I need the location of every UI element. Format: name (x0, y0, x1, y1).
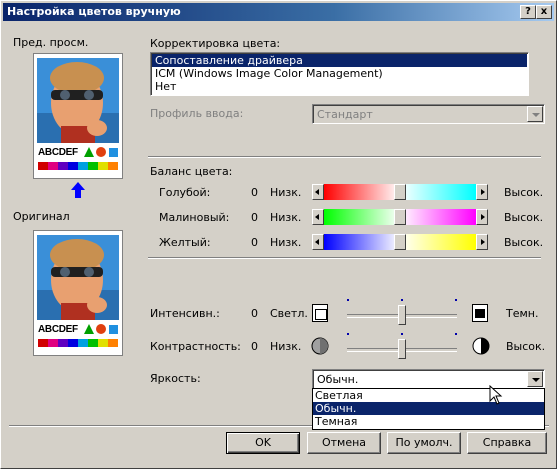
slider-thumb[interactable] (394, 209, 406, 225)
input-profile-select[interactable]: Стандарт (312, 104, 545, 124)
input-profile-label: Профиль ввода: (150, 107, 244, 120)
contrast-slider[interactable] (347, 333, 457, 363)
color-correction-label: Корректировка цвета: (150, 37, 281, 50)
color-swatch (78, 162, 88, 170)
input-profile-value: Стандарт (317, 108, 373, 121)
arrow-left-icon[interactable] (312, 184, 324, 200)
color-swatch (88, 339, 98, 347)
balance-row-high-label: Высок. (504, 186, 544, 199)
child-photo-preview (37, 58, 119, 143)
intensity-label: Интенсивн.: (150, 307, 220, 320)
color-swatch (78, 339, 88, 347)
intensity-slider[interactable] (347, 299, 457, 329)
slider-thumb[interactable] (394, 184, 406, 200)
brightness-dropdown-list[interactable]: Светлая Обычн. Темная (312, 388, 545, 430)
brightness-label: Яркость: (150, 372, 201, 385)
balance-row-label: Малиновый: (159, 211, 230, 224)
arrow-up-icon (71, 182, 85, 198)
slider-knob[interactable] (398, 339, 406, 359)
shapes-icon (84, 147, 118, 157)
balance-row-low-label: Низк. (270, 186, 302, 199)
arrow-left-icon[interactable] (312, 234, 324, 250)
dark-page-icon (472, 304, 488, 322)
balance-row-low-label: Низк. (270, 211, 302, 224)
original-image: ABCDEF (33, 230, 123, 356)
high-contrast-icon (472, 337, 490, 355)
list-item[interactable]: ICM (Windows Image Color Management) (152, 67, 527, 80)
list-item[interactable]: Нет (152, 80, 527, 93)
balance-row-high-label: Высок. (504, 211, 544, 224)
help-title-button[interactable]: ? (520, 5, 536, 19)
brightness-select[interactable]: Обычн. (312, 369, 545, 389)
color-swatch (58, 162, 68, 170)
window-title: Настройка цветов вручную (7, 5, 181, 18)
contrast-low-label: Низк. (270, 340, 302, 353)
help-button[interactable]: Справка (467, 432, 547, 454)
child-photo-original (37, 235, 119, 320)
slider-thumb[interactable] (394, 234, 406, 250)
shapes-icon (84, 324, 118, 334)
balance-row-value: 0 (251, 236, 258, 249)
dropdown-item[interactable]: Обычн. (313, 402, 544, 415)
color-balance-slider[interactable] (312, 209, 488, 225)
arrow-right-icon[interactable] (476, 234, 488, 250)
arrow-right-icon[interactable] (476, 184, 488, 200)
list-item[interactable]: Сопоставление драйвера (152, 54, 527, 67)
brightness-value: Обычн. (317, 373, 359, 386)
color-balance-slider[interactable] (312, 184, 488, 200)
intensity-low-label: Светл. (270, 307, 308, 320)
color-swatch-bar (38, 339, 118, 347)
close-button[interactable]: x (536, 5, 552, 19)
contrast-high-label: Высок. (506, 340, 546, 353)
arrow-right-icon[interactable] (476, 209, 488, 225)
balance-row-low-label: Низк. (270, 236, 302, 249)
color-swatch (38, 162, 48, 170)
light-page-icon (312, 304, 328, 322)
color-swatch (98, 339, 108, 347)
divider (148, 257, 541, 259)
ok-button[interactable]: OK (226, 432, 300, 454)
color-swatch (108, 339, 118, 347)
balance-row-high-label: Высок. (504, 236, 544, 249)
preview-label: Пред. просм. (13, 36, 89, 49)
dropdown-item[interactable]: Светлая (313, 389, 544, 402)
contrast-label: Контрастность: (150, 340, 241, 353)
preview-image: ABCDEF (33, 53, 123, 179)
balance-row-label: Желтый: (159, 236, 211, 249)
original-label: Оригинал (13, 210, 70, 223)
dropdown-item[interactable]: Темная (313, 415, 544, 428)
divider (148, 156, 541, 158)
balance-row-value: 0 (251, 186, 258, 199)
slider-knob[interactable] (398, 305, 406, 325)
color-swatch-bar (38, 162, 118, 170)
balance-row-value: 0 (251, 211, 258, 224)
color-swatch (98, 162, 108, 170)
color-swatch (48, 162, 58, 170)
color-swatch (88, 162, 98, 170)
arrow-left-icon[interactable] (312, 209, 324, 225)
chevron-down-icon[interactable] (527, 371, 543, 387)
color-swatch (68, 162, 78, 170)
preview-sample-text: ABCDEF (38, 147, 78, 158)
color-correction-listbox[interactable]: Сопоставление драйвера ICM (Windows Imag… (150, 52, 529, 96)
low-contrast-icon (311, 337, 329, 355)
color-balance-slider[interactable] (312, 234, 488, 250)
intensity-high-label: Темн. (506, 307, 539, 320)
cancel-button[interactable]: Отмена (307, 432, 381, 454)
color-swatch (38, 339, 48, 347)
original-sample-text: ABCDEF (38, 324, 78, 335)
color-swatch (58, 339, 68, 347)
balance-row-label: Голубой: (159, 186, 211, 199)
color-swatch (68, 339, 78, 347)
contrast-value: 0 (251, 340, 258, 353)
mouse-cursor-icon (489, 385, 503, 405)
default-button[interactable]: По умолч. (387, 432, 461, 454)
title-bar[interactable]: Настройка цветов вручную ? x (3, 3, 554, 21)
color-balance-label: Баланс цвета: (150, 165, 233, 178)
manual-color-settings-dialog: Настройка цветов вручную ? x Пред. просм… (0, 0, 557, 469)
color-swatch (48, 339, 58, 347)
chevron-down-icon[interactable] (527, 106, 543, 122)
color-swatch (108, 162, 118, 170)
intensity-value: 0 (251, 307, 258, 320)
